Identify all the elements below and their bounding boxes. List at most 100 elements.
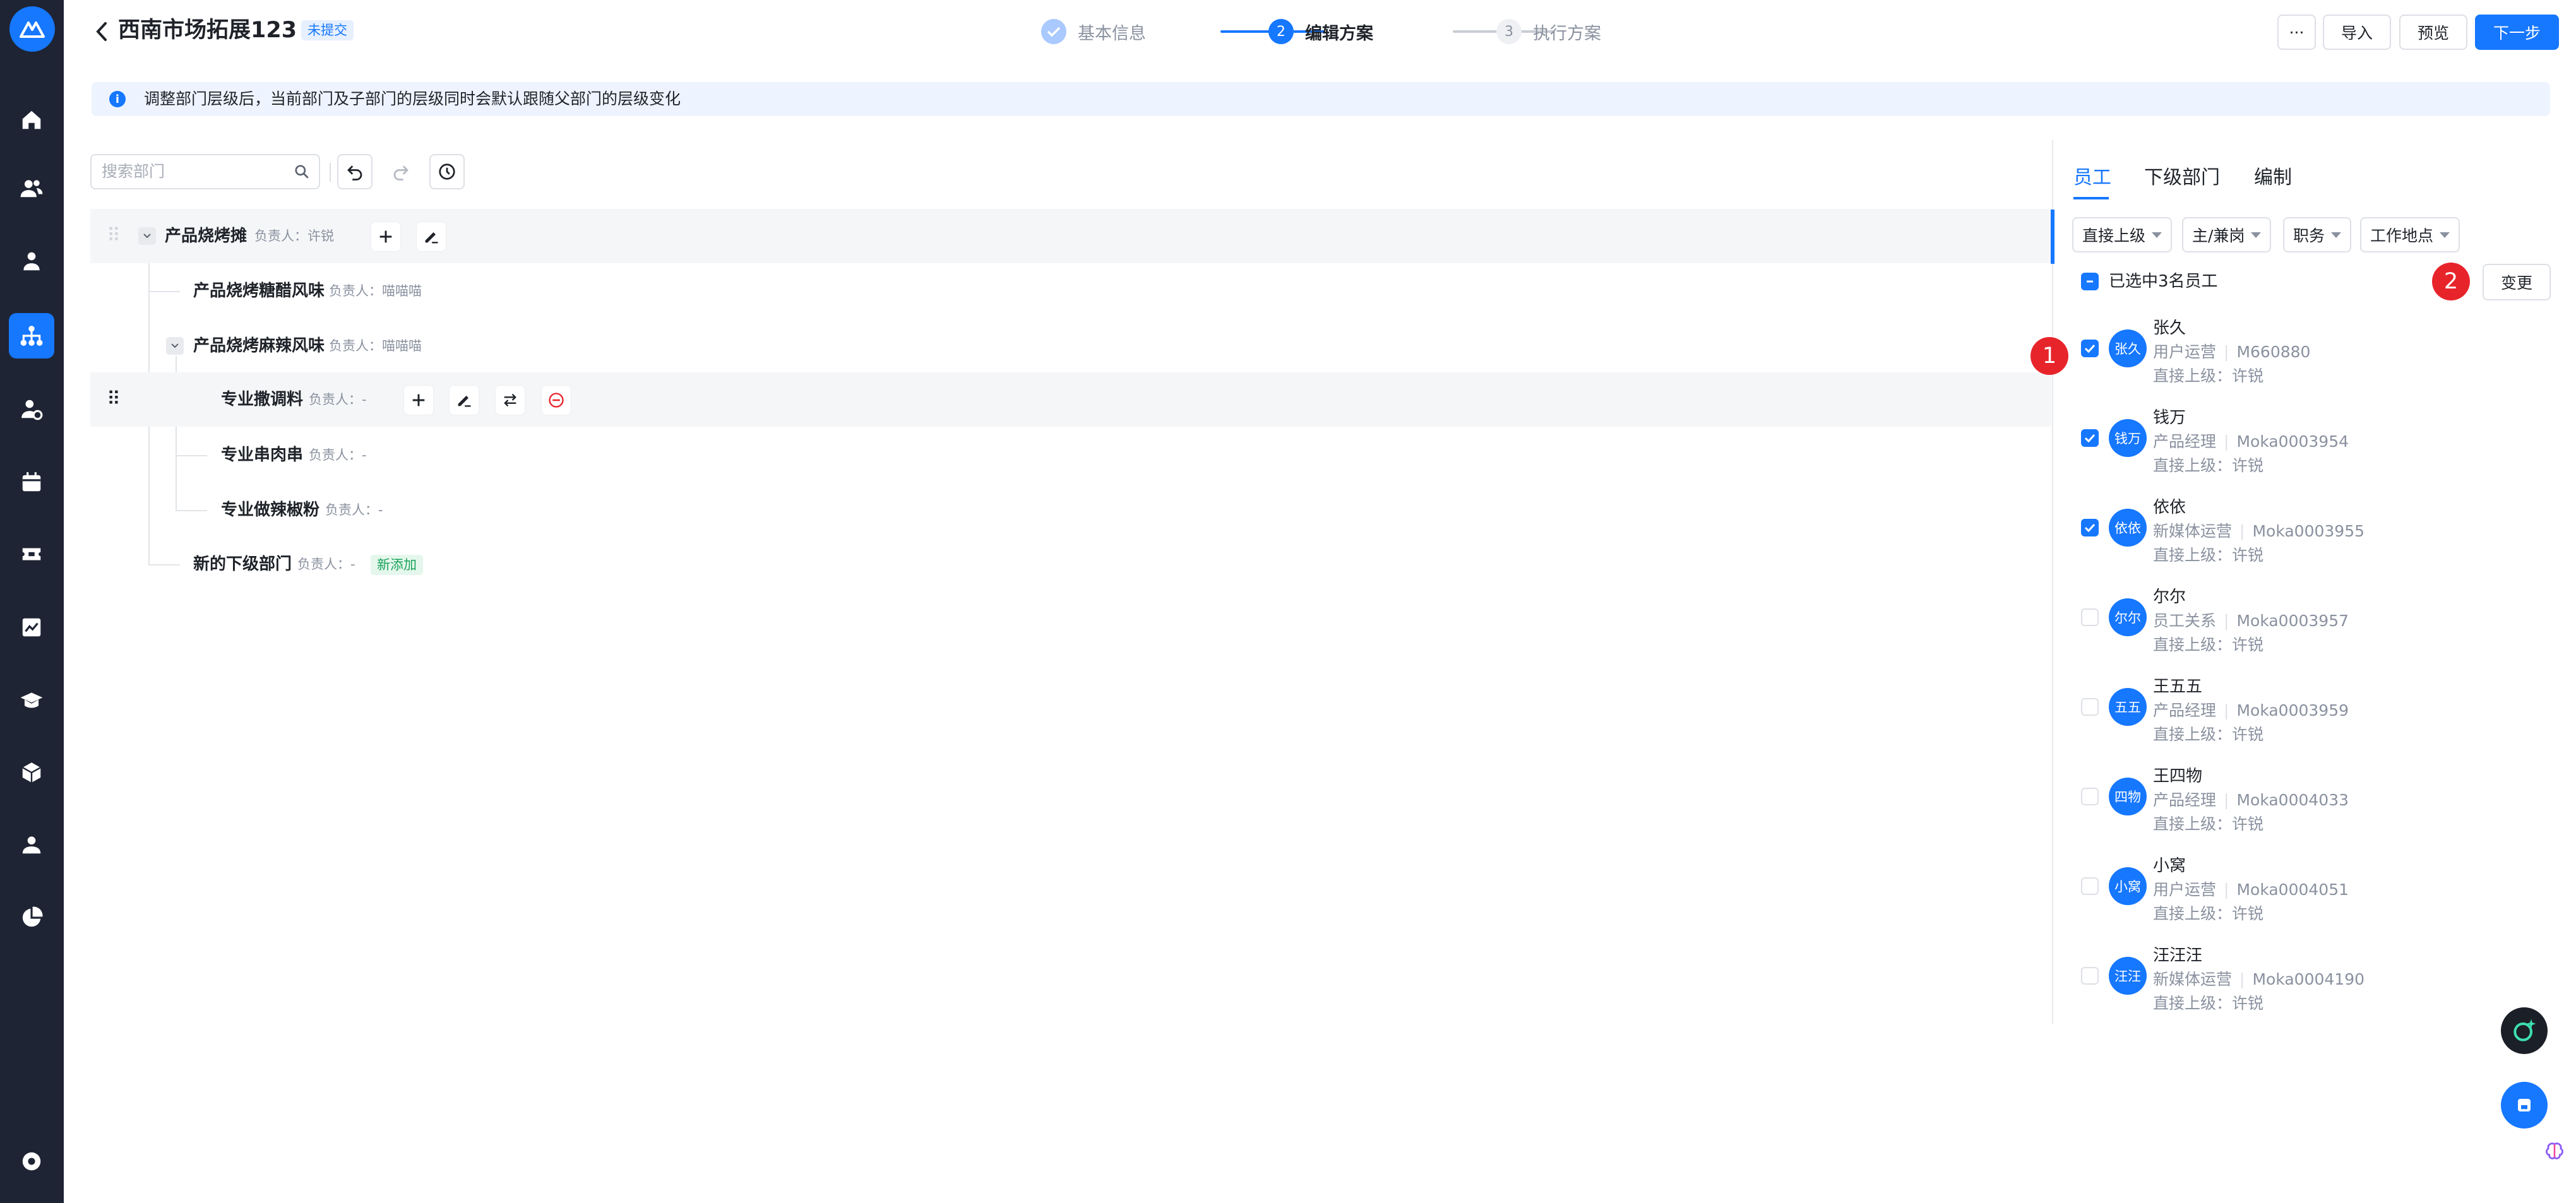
back-arrow-icon[interactable] [89, 18, 114, 45]
employee-name: 张久 [2153, 319, 2186, 338]
collapse-caret-icon[interactable] [166, 337, 184, 355]
collapse-caret-icon[interactable] [138, 227, 156, 245]
step-label: 基本信息 [1078, 23, 1146, 44]
ai-assistant-button[interactable] [2501, 1007, 2548, 1054]
employee-manager: 直接上级：许锐 [2153, 904, 2264, 923]
home-icon[interactable] [9, 97, 54, 143]
department-name: 产品烧烤糖醋风味 [193, 281, 325, 300]
employee-checkbox[interactable] [2081, 519, 2099, 536]
ai-sparkle-icon [2513, 1019, 2536, 1041]
redo-button[interactable] [383, 154, 419, 189]
app-logo[interactable] [9, 6, 55, 52]
tab-headcount[interactable]: 编制 [2254, 164, 2292, 192]
tree-row[interactable]: 产品烧烤麻辣风味 负责人：喵喵喵 [90, 319, 2051, 373]
employee-checkbox[interactable] [2081, 698, 2099, 716]
next-step-button[interactable]: 下一步 [2475, 15, 2559, 50]
employee-item[interactable]: 张久 张久 用户运营 | M660880 直接上级：许锐 [2053, 317, 2558, 406]
tree-row[interactable]: ⠿ 产品烧烤摊 负责人：许锐 [90, 209, 2051, 263]
employee-manager: 直接上级：许锐 [2153, 994, 2264, 1012]
filter-job-title[interactable]: 职务 [2283, 217, 2352, 252]
step-basic-info[interactable]: 基本信息 [1041, 18, 1146, 45]
employee-checkbox[interactable] [2081, 877, 2099, 895]
preview-button[interactable]: 预览 [2399, 15, 2467, 50]
drag-handle-icon[interactable]: ⠿ [107, 209, 121, 263]
department-owner: 负责人：喵喵喵 [329, 338, 422, 353]
employee-checkbox[interactable] [2081, 429, 2099, 447]
history-button[interactable] [429, 154, 465, 189]
person-settings-icon[interactable] [9, 386, 54, 432]
filter-label: 工作地点 [2370, 227, 2434, 245]
employee-item[interactable]: 五五 王五五 产品经理 | Moka0003959 直接上级：许锐 [2053, 675, 2558, 765]
employee-item[interactable]: 四物 王四物 产品经理 | Moka0004033 直接上级：许锐 [2053, 765, 2558, 855]
panel-accent-bar [2051, 210, 2054, 264]
tree-row[interactable]: 专业做辣椒粉 负责人：- [90, 483, 2051, 537]
cube-icon[interactable] [9, 750, 54, 795]
employee-item[interactable]: 钱万 钱万 产品经理 | Moka0003954 直接上级：许锐 [2053, 406, 2558, 496]
tree-row[interactable]: 新的下级部门 负责人：- 新添加 [90, 537, 2051, 591]
filter-direct-manager[interactable]: 直接上级 [2072, 217, 2173, 252]
employee-checkbox[interactable] [2081, 608, 2099, 626]
employee-role: 用户运营 | Moka0004051 [2153, 880, 2349, 899]
tab-subdepartments[interactable]: 下级部门 [2144, 164, 2220, 192]
step-check-icon [1041, 19, 1066, 44]
tree-row[interactable]: 产品烧烤糖醋风味 负责人：喵喵喵 [90, 264, 2051, 318]
delete-department-button[interactable] [541, 385, 571, 415]
change-button[interactable]: 变更 [2483, 264, 2551, 300]
filter-position-type[interactable]: 主/兼岗 [2182, 217, 2272, 252]
dropdown-arrow-icon [2440, 232, 2450, 238]
employee-item[interactable]: 汪汪 汪汪汪 新媒体运营 | Moka0004190 直接上级：许锐 [2053, 944, 2558, 1034]
department-name: 新的下级部门 [193, 555, 292, 574]
employee-item[interactable]: 依依 依依 新媒体运营 | Moka0003955 直接上级：许锐 [2053, 496, 2558, 586]
undo-button[interactable] [337, 154, 373, 189]
annotation-marker-2: 2 [2432, 263, 2470, 300]
plus-icon [412, 394, 425, 406]
department-name: 产品烧烤摊 [165, 227, 247, 246]
employee-item[interactable]: 小窝 小窝 用户运营 | Moka0004051 直接上级：许锐 [2053, 855, 2558, 944]
avatar: 小窝 [2109, 867, 2147, 905]
swap-icon [504, 393, 516, 407]
team-icon[interactable] [9, 165, 54, 211]
settings-icon[interactable] [9, 1139, 54, 1184]
more-button[interactable]: ··· [2277, 15, 2316, 50]
step-execute-plan[interactable]: 3 执行方案 [1496, 18, 1601, 45]
calendar-icon[interactable] [9, 459, 54, 505]
employee-role: 员工关系 | Moka0003957 [2153, 612, 2349, 630]
pie-chart-icon[interactable] [9, 895, 54, 940]
tree-row[interactable]: ⠿ 专业撒调料 负责人：- [90, 372, 2051, 427]
report-chart-icon[interactable] [9, 605, 54, 650]
active-tab-indicator [2073, 197, 2109, 199]
add-subdepartment-button[interactable] [403, 385, 434, 415]
org-chart-icon[interactable] [9, 313, 54, 359]
employee-checkbox[interactable] [2081, 967, 2099, 985]
employee-role: 新媒体运营 | Moka0003955 [2153, 522, 2365, 540]
employee-checkbox[interactable] [2081, 788, 2099, 805]
brain-icon[interactable] [2542, 1139, 2567, 1164]
move-department-button[interactable] [495, 385, 525, 415]
ticket-icon[interactable] [9, 531, 54, 577]
department-name: 产品烧烤麻辣风味 [193, 336, 325, 355]
save-draft-button[interactable] [2501, 1082, 2548, 1129]
tree-row[interactable]: 专业串肉串 负责人：- [90, 428, 2051, 482]
edit-department-button[interactable] [416, 222, 446, 252]
department-search-input[interactable]: 搜索部门 [90, 154, 320, 189]
tab-employees[interactable]: 员工 [2073, 164, 2111, 192]
add-subdepartment-button[interactable] [371, 222, 401, 252]
select-all-checkbox[interactable] [2081, 273, 2099, 290]
employee-manager: 直接上级：许锐 [2153, 815, 2264, 833]
step-number: 2 [1268, 19, 1294, 44]
department-owner: 负责人：- [309, 392, 367, 407]
person-icon[interactable] [9, 239, 54, 284]
avatar: 汪汪 [2109, 957, 2147, 995]
employee-name: 依依 [2153, 498, 2186, 517]
graduation-cap-icon[interactable] [9, 678, 54, 723]
user-badge-icon[interactable] [9, 822, 54, 867]
edit-department-button[interactable] [449, 385, 479, 415]
employee-item[interactable]: 尔尔 尔尔 员工关系 | Moka0003957 直接上级：许锐 [2053, 586, 2558, 675]
step-edit-plan[interactable]: 2 编辑方案 [1268, 18, 1373, 45]
undo-icon [347, 165, 362, 181]
department-name: 专业做辣椒粉 [221, 501, 320, 519]
import-button[interactable]: 导入 [2323, 15, 2391, 50]
drag-handle-icon[interactable]: ⠿ [107, 372, 121, 427]
filter-work-location[interactable]: 工作地点 [2360, 217, 2460, 252]
employee-checkbox[interactable] [2081, 340, 2099, 357]
